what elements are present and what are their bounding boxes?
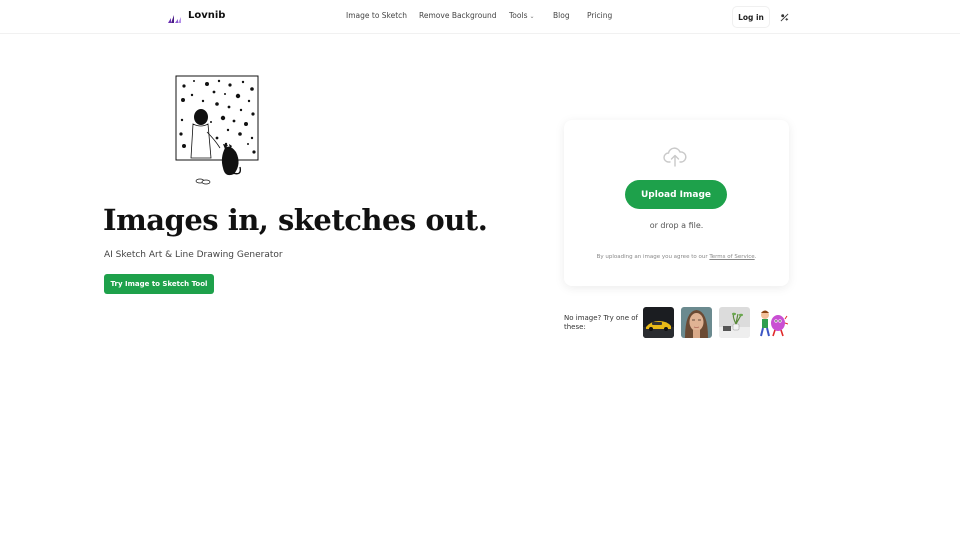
upload-card[interactable]: Upload Image or drop a file. By uploadin… [564,120,789,286]
sample-label: No image? Try one of these: [564,314,638,331]
upload-image-button[interactable]: Upload Image [625,180,727,209]
drop-file-text: or drop a file. [649,221,704,230]
terms-prefix: By uploading an image you agree to our [596,254,708,260]
hero-subtitle: AI Sketch Art & Line Drawing Generator [104,250,283,260]
header: Lovnib Image to Sketch Remove Background… [0,0,960,34]
nav-remove-background[interactable]: Remove Background [419,11,497,20]
sample-image-car[interactable] [643,307,674,338]
nav-tools[interactable]: Tools ⌄ [509,11,535,20]
theme-toggle-icon[interactable] [777,10,791,24]
hero-title: Images in, sketches out. [103,203,488,237]
nav-blog[interactable]: Blog [553,11,570,20]
nav-image-to-sketch[interactable]: Image to Sketch [346,11,407,20]
try-tool-button[interactable]: Try Image to Sketch Tool [104,274,214,294]
sample-image-plant[interactable] [719,307,750,338]
sample-image-portrait[interactable] [681,307,712,338]
hero-illustration [170,72,270,188]
main-nav: Image to Sketch Remove Background Tools ⌄… [0,11,960,23]
sample-image-cartoon[interactable] [757,307,788,338]
chevron-down-icon: ⌄ [529,13,535,20]
nav-pricing[interactable]: Pricing [587,11,612,20]
terms-notice: By uploading an image you agree to our T… [594,253,759,261]
nav-tools-label: Tools [509,11,528,20]
login-button[interactable]: Log in [733,7,769,27]
cloud-upload-icon [663,146,687,168]
terms-suffix: . [754,254,757,260]
terms-link[interactable]: Terms of Service [709,254,754,260]
